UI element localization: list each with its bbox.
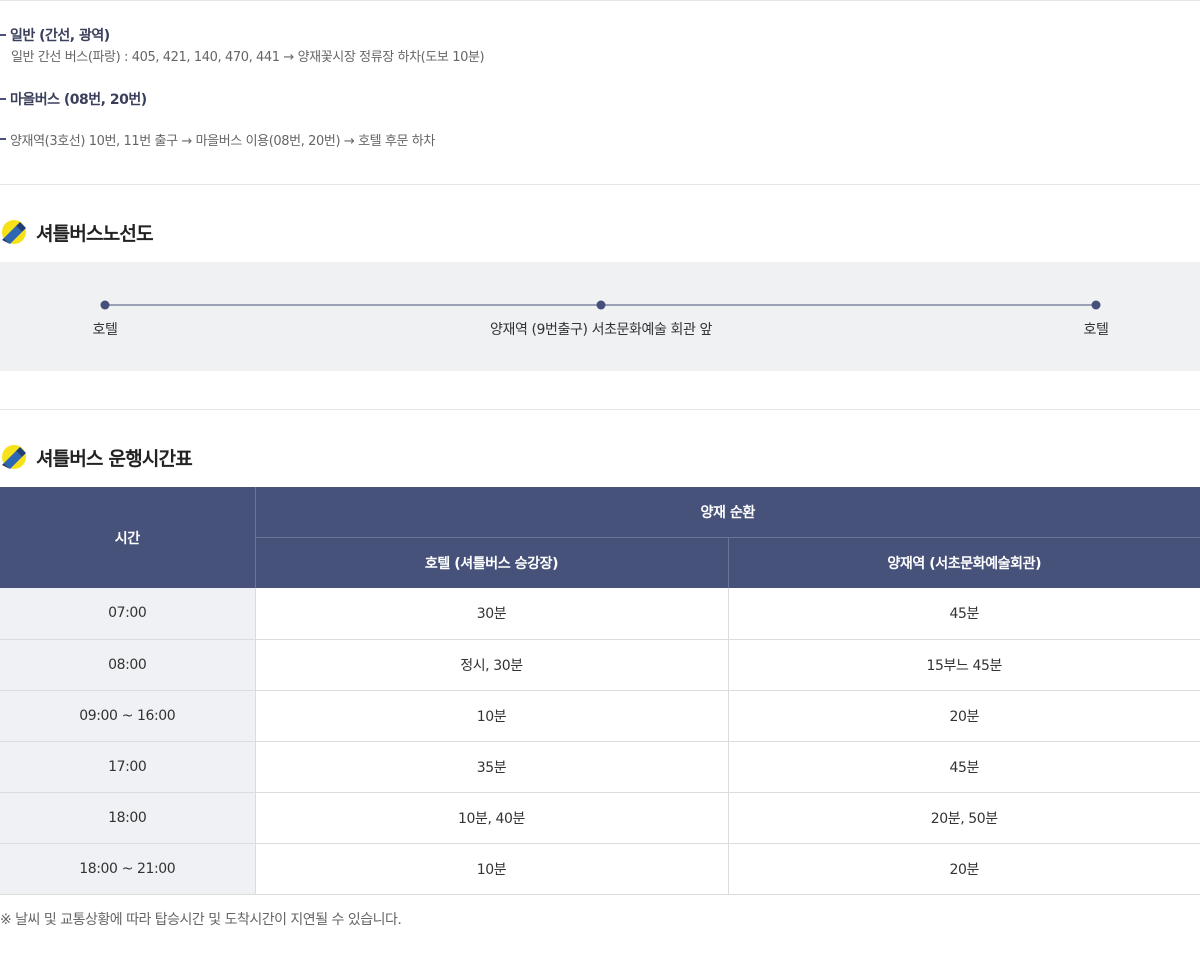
- timetable-title: 셔틀버스 운행시간표: [36, 447, 193, 470]
- pencil-circle-icon: [2, 220, 26, 244]
- station-departure-cell: 45분: [728, 741, 1200, 793]
- route-stop-yangjae-station: 양재역 (9번출구) 서초문화예술 회관 앞: [489, 322, 713, 338]
- time-cell: 09:00 ~ 16:00: [0, 690, 256, 742]
- route-stop-hotel-end: 호텔: [1083, 322, 1109, 338]
- dash-bullet: [0, 34, 6, 36]
- village-bus-label: 마을버스 (08번, 20번): [10, 92, 147, 108]
- village-bus-description: 양재역(3호선) 10번, 11번 출구 → 마을버스 이용(08번, 20번)…: [10, 133, 435, 149]
- hotel-departure-cell: 정시, 30분: [255, 639, 729, 691]
- route-stop-hotel-start: 호텔: [92, 322, 118, 338]
- time-cell: 18:00 ~ 21:00: [0, 843, 256, 895]
- table-row: 09:00 ~ 16:00 10분 20분: [0, 690, 1200, 742]
- hotel-departure-cell: 10분, 40분: [255, 792, 729, 844]
- general-bus-label: 일반 (간선, 광역): [10, 28, 110, 44]
- station-departure-cell: 45분: [728, 588, 1200, 640]
- hotel-departure-cell: 10분: [255, 690, 729, 742]
- station-column-header: 양재역 (서초문화예술회관): [727, 536, 1200, 588]
- section-divider: [0, 409, 1200, 410]
- shuttle-timetable: 시간 양재 순환 호텔 (셔틀버스 승강장) 양재역 (서초문화예술회관) 07…: [0, 487, 1200, 895]
- route-stop-dot: [596, 300, 606, 310]
- general-bus-heading: 일반 (간선, 광역): [0, 24, 1200, 46]
- top-divider: [0, 0, 1200, 1]
- dash-bullet: [0, 98, 6, 100]
- dash-bullet: [0, 138, 6, 140]
- table-row: 18:00 10분, 40분 20분, 50분: [0, 792, 1200, 844]
- station-departure-cell: 15부느 45분: [728, 639, 1200, 691]
- hotel-departure-cell: 35분: [255, 741, 729, 793]
- route-stop-dot: [100, 300, 110, 310]
- table-row: 17:00 35분 45분: [0, 741, 1200, 793]
- general-bus-description: 일반 간선 버스(파랑) : 405, 421, 140, 470, 441 →…: [11, 50, 485, 65]
- table-row: 07:00 30분 45분: [0, 588, 1200, 640]
- group-header: 양재 순환: [254, 487, 1200, 537]
- village-bus-heading: 마을버스 (08번, 20번): [0, 88, 1200, 110]
- timetable-body: 07:00 30분 45분 08:00 정시, 30분 15부느 45분 09:00 ~ 1…: [0, 588, 1200, 895]
- timetable-heading: 셔틀버스 운행시간표: [0, 443, 193, 471]
- route-line-graphic: [100, 300, 1101, 310]
- table-row: 18:00 ~ 21:00 10분 20분: [0, 843, 1200, 895]
- delay-notice: ※ 날씨 및 교통상황에 따라 탑승시간 및 도착시간이 지연될 수 있습니다.: [0, 912, 402, 928]
- time-cell: 18:00: [0, 792, 256, 844]
- bus-info: 일반 (간선, 광역) 일반 간선 버스(파랑) : 405, 421, 140…: [0, 24, 1200, 150]
- station-departure-cell: 20분: [728, 690, 1200, 742]
- route-stop-dot: [1091, 300, 1101, 310]
- table-row: 08:00 정시, 30분 15부느 45분: [0, 639, 1200, 691]
- route-map-heading: 셔틀버스노선도: [0, 218, 154, 246]
- station-departure-cell: 20분: [728, 843, 1200, 895]
- route-map: 호텔 양재역 (9번출구) 서초문화예술 회관 앞 호텔: [0, 262, 1200, 371]
- village-bus-line: 양재역(3호선) 10번, 11번 출구 → 마을버스 이용(08번, 20번)…: [0, 128, 1200, 150]
- time-cell: 08:00: [0, 639, 256, 691]
- section-divider: [0, 184, 1200, 185]
- time-cell: 07:00: [0, 588, 256, 640]
- time-header: 시간: [0, 487, 255, 588]
- hotel-departure-cell: 10분: [255, 843, 729, 895]
- time-cell: 17:00: [0, 741, 256, 793]
- route-map-title: 셔틀버스노선도: [36, 222, 154, 245]
- hotel-departure-cell: 30분: [255, 588, 729, 640]
- pencil-circle-icon: [2, 445, 26, 469]
- hotel-column-header: 호텔 (셔틀버스 승강장): [254, 536, 728, 588]
- station-departure-cell: 20분, 50분: [728, 792, 1200, 844]
